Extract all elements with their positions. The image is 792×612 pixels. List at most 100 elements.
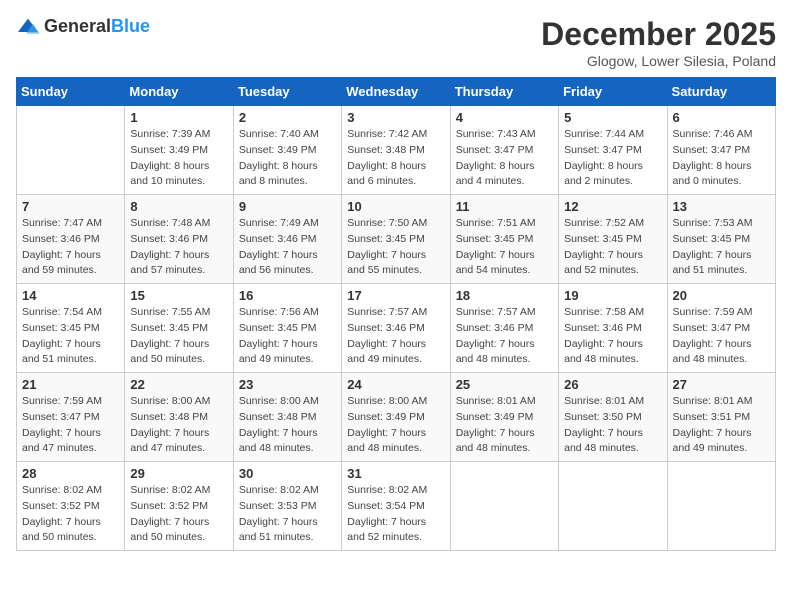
- day-info: Sunrise: 7:43 AMSunset: 3:47 PMDaylight:…: [456, 127, 553, 190]
- calendar-cell: 20 Sunrise: 7:59 AMSunset: 3:47 PMDayligh…: [667, 284, 775, 373]
- title-block: December 2025 Glogow, Lower Silesia, Pol…: [541, 16, 776, 69]
- day-info: Sunrise: 8:00 AMSunset: 3:49 PMDaylight:…: [347, 394, 444, 457]
- day-number: 7: [22, 199, 119, 214]
- calendar-header-thursday: Thursday: [450, 78, 558, 106]
- day-number: 6: [673, 110, 770, 125]
- day-number: 20: [673, 288, 770, 303]
- location: Glogow, Lower Silesia, Poland: [541, 53, 776, 69]
- logo-text-general: General: [44, 16, 111, 36]
- day-info: Sunrise: 7:49 AMSunset: 3:46 PMDaylight:…: [239, 216, 336, 279]
- calendar-cell: 17 Sunrise: 7:57 AMSunset: 3:46 PMDayligh…: [342, 284, 450, 373]
- day-info: Sunrise: 8:01 AMSunset: 3:51 PMDaylight:…: [673, 394, 770, 457]
- calendar-cell: 15 Sunrise: 7:55 AMSunset: 3:45 PMDayligh…: [125, 284, 233, 373]
- calendar-cell: 3Sunrise: 7:42 AMSunset: 3:48 PMDaylight…: [342, 106, 450, 195]
- month-title: December 2025: [541, 16, 776, 53]
- calendar-cell: 7 Sunrise: 7:47 AMSunset: 3:46 PMDaylight…: [17, 195, 125, 284]
- day-info: Sunrise: 7:59 AMSunset: 3:47 PMDaylight:…: [22, 394, 119, 457]
- day-info: Sunrise: 7:56 AMSunset: 3:45 PMDaylight:…: [239, 305, 336, 368]
- day-info: Sunrise: 7:53 AMSunset: 3:45 PMDaylight:…: [673, 216, 770, 279]
- calendar-header-row: SundayMondayTuesdayWednesdayThursdayFrid…: [17, 78, 776, 106]
- day-info: Sunrise: 7:44 AMSunset: 3:47 PMDaylight:…: [564, 127, 661, 190]
- calendar-cell: 18 Sunrise: 7:57 AMSunset: 3:46 PMDayligh…: [450, 284, 558, 373]
- day-number: 24: [347, 377, 444, 392]
- calendar-cell: 28 Sunrise: 8:02 AMSunset: 3:52 PMDayligh…: [17, 462, 125, 551]
- calendar-cell: 10 Sunrise: 7:50 AMSunset: 3:45 PMDayligh…: [342, 195, 450, 284]
- day-number: 28: [22, 466, 119, 481]
- day-info: Sunrise: 7:55 AMSunset: 3:45 PMDaylight:…: [130, 305, 227, 368]
- calendar-cell: 4Sunrise: 7:43 AMSunset: 3:47 PMDaylight…: [450, 106, 558, 195]
- day-info: Sunrise: 7:57 AMSunset: 3:46 PMDaylight:…: [347, 305, 444, 368]
- day-number: 22: [130, 377, 227, 392]
- calendar-cell: 25 Sunrise: 8:01 AMSunset: 3:49 PMDayligh…: [450, 373, 558, 462]
- calendar-cell: 13 Sunrise: 7:53 AMSunset: 3:45 PMDayligh…: [667, 195, 775, 284]
- calendar-cell: 31 Sunrise: 8:02 AMSunset: 3:54 PMDayligh…: [342, 462, 450, 551]
- calendar-cell: 29 Sunrise: 8:02 AMSunset: 3:52 PMDayligh…: [125, 462, 233, 551]
- calendar-cell: 27Sunrise: 8:01 AMSunset: 3:51 PMDayligh…: [667, 373, 775, 462]
- calendar-week-5: 28 Sunrise: 8:02 AMSunset: 3:52 PMDayligh…: [17, 462, 776, 551]
- day-info: Sunrise: 8:01 AMSunset: 3:50 PMDaylight:…: [564, 394, 661, 457]
- calendar-cell: [450, 462, 558, 551]
- calendar-cell: [667, 462, 775, 551]
- day-number: 5: [564, 110, 661, 125]
- day-info: Sunrise: 7:52 AMSunset: 3:45 PMDaylight:…: [564, 216, 661, 279]
- day-number: 19: [564, 288, 661, 303]
- day-info: Sunrise: 7:59 AMSunset: 3:47 PMDaylight:…: [673, 305, 770, 368]
- day-info: Sunrise: 7:50 AMSunset: 3:45 PMDaylight:…: [347, 216, 444, 279]
- calendar-week-1: 1Sunrise: 7:39 AMSunset: 3:49 PMDaylight…: [17, 106, 776, 195]
- calendar-table: SundayMondayTuesdayWednesdayThursdayFrid…: [16, 77, 776, 551]
- calendar-header-monday: Monday: [125, 78, 233, 106]
- calendar-week-3: 14 Sunrise: 7:54 AMSunset: 3:45 PMDayligh…: [17, 284, 776, 373]
- day-number: 31: [347, 466, 444, 481]
- day-number: 11: [456, 199, 553, 214]
- day-info: Sunrise: 7:40 AMSunset: 3:49 PMDaylight:…: [239, 127, 336, 190]
- calendar-cell: 22 Sunrise: 8:00 AMSunset: 3:48 PMDayligh…: [125, 373, 233, 462]
- day-number: 21: [22, 377, 119, 392]
- calendar-header-saturday: Saturday: [667, 78, 775, 106]
- calendar-cell: 26 Sunrise: 8:01 AMSunset: 3:50 PMDayligh…: [559, 373, 667, 462]
- day-number: 10: [347, 199, 444, 214]
- calendar-header-sunday: Sunday: [17, 78, 125, 106]
- logo-icon: [16, 17, 40, 37]
- calendar-header-wednesday: Wednesday: [342, 78, 450, 106]
- calendar-cell: 2 Sunrise: 7:40 AMSunset: 3:49 PMDaylight…: [233, 106, 341, 195]
- day-info: Sunrise: 7:58 AMSunset: 3:46 PMDaylight:…: [564, 305, 661, 368]
- day-info: Sunrise: 8:02 AMSunset: 3:54 PMDaylight:…: [347, 483, 444, 546]
- day-number: 8: [130, 199, 227, 214]
- day-number: 2: [239, 110, 336, 125]
- calendar-header-friday: Friday: [559, 78, 667, 106]
- day-info: Sunrise: 8:01 AMSunset: 3:49 PMDaylight:…: [456, 394, 553, 457]
- day-number: 1: [130, 110, 227, 125]
- day-number: 15: [130, 288, 227, 303]
- calendar-cell: 23 Sunrise: 8:00 AMSunset: 3:48 PMDayligh…: [233, 373, 341, 462]
- day-info: Sunrise: 7:48 AMSunset: 3:46 PMDaylight:…: [130, 216, 227, 279]
- day-info: Sunrise: 8:02 AMSunset: 3:52 PMDaylight:…: [130, 483, 227, 546]
- calendar-cell: 12 Sunrise: 7:52 AMSunset: 3:45 PMDayligh…: [559, 195, 667, 284]
- day-number: 14: [22, 288, 119, 303]
- day-info: Sunrise: 7:47 AMSunset: 3:46 PMDaylight:…: [22, 216, 119, 279]
- day-number: 17: [347, 288, 444, 303]
- calendar-cell: 5 Sunrise: 7:44 AMSunset: 3:47 PMDaylight…: [559, 106, 667, 195]
- day-number: 29: [130, 466, 227, 481]
- day-number: 18: [456, 288, 553, 303]
- calendar-header-tuesday: Tuesday: [233, 78, 341, 106]
- calendar-cell: 6Sunrise: 7:46 AMSunset: 3:47 PMDaylight…: [667, 106, 775, 195]
- day-number: 13: [673, 199, 770, 214]
- calendar-cell: [559, 462, 667, 551]
- day-number: 25: [456, 377, 553, 392]
- day-info: Sunrise: 8:00 AMSunset: 3:48 PMDaylight:…: [130, 394, 227, 457]
- day-number: 26: [564, 377, 661, 392]
- day-number: 23: [239, 377, 336, 392]
- calendar-cell: 30Sunrise: 8:02 AMSunset: 3:53 PMDayligh…: [233, 462, 341, 551]
- calendar-cell: 1Sunrise: 7:39 AMSunset: 3:49 PMDaylight…: [125, 106, 233, 195]
- calendar-cell: 19 Sunrise: 7:58 AMSunset: 3:46 PMDayligh…: [559, 284, 667, 373]
- day-info: Sunrise: 8:02 AMSunset: 3:52 PMDaylight:…: [22, 483, 119, 546]
- calendar-cell: 14 Sunrise: 7:54 AMSunset: 3:45 PMDayligh…: [17, 284, 125, 373]
- day-info: Sunrise: 8:00 AMSunset: 3:48 PMDaylight:…: [239, 394, 336, 457]
- day-number: 16: [239, 288, 336, 303]
- day-info: Sunrise: 7:54 AMSunset: 3:45 PMDaylight:…: [22, 305, 119, 368]
- day-number: 12: [564, 199, 661, 214]
- day-info: Sunrise: 7:51 AMSunset: 3:45 PMDaylight:…: [456, 216, 553, 279]
- calendar-cell: [17, 106, 125, 195]
- calendar-cell: 8 Sunrise: 7:48 AMSunset: 3:46 PMDaylight…: [125, 195, 233, 284]
- day-info: Sunrise: 7:57 AMSunset: 3:46 PMDaylight:…: [456, 305, 553, 368]
